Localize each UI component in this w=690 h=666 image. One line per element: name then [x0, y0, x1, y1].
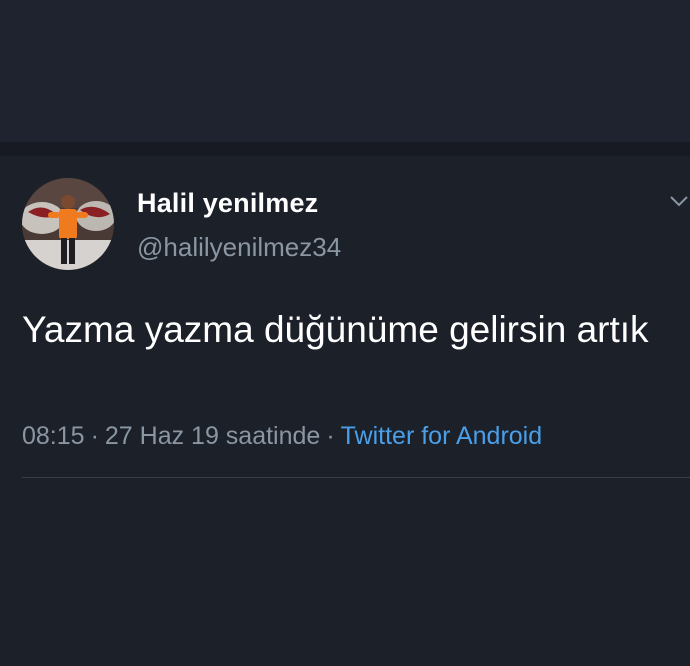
tweet-source-link[interactable]: Twitter for Android — [341, 422, 542, 450]
meta-separator: · — [90, 422, 99, 450]
display-name[interactable]: Halil yenilmez — [137, 188, 318, 219]
tweet-text: Yazma yazma düğünüme gelirsin artık — [22, 309, 649, 350]
tweet-divider — [22, 477, 690, 478]
top-bar — [0, 0, 690, 142]
screen: Halil yenilmez @halilyenilmez34 Yazma ya… — [0, 0, 690, 666]
meta-separator: · — [326, 422, 335, 450]
tweet-meta: 08:15 · 27 Haz 19 saatinde · Twitter for And… — [22, 422, 542, 451]
tweet-card: Halil yenilmez @halilyenilmez34 Yazma ya… — [0, 156, 690, 478]
tweet-time: 08:15 — [22, 422, 85, 450]
user-handle[interactable]: @halilyenilmez34 — [137, 232, 341, 263]
tweet-date: 27 Haz 19 saatinde — [104, 422, 321, 450]
avatar[interactable] — [22, 178, 114, 270]
chevron-down-icon[interactable] — [668, 190, 690, 212]
top-divider — [0, 142, 690, 156]
